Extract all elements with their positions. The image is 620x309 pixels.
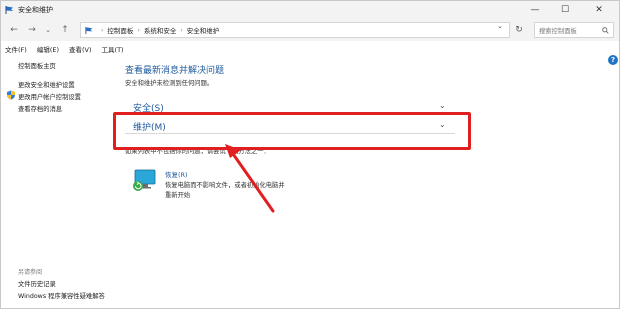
change-uac-settings-link[interactable]: 更改用户帐户控制设置 [18, 92, 81, 101]
menu-view[interactable]: 查看(V) [69, 44, 92, 54]
control-panel-window: 安全和维护 — ☐ ✕ ← → ⌄ ↑ › 控制面板 › 系统和安全 › 安全和… [0, 0, 620, 309]
menu-bar: 文件(F) 编辑(E) 查看(V) 工具(T) [1, 42, 619, 55]
back-button[interactable]: ← [7, 23, 21, 37]
menu-tools[interactable]: 工具(T) [102, 44, 124, 54]
flag-icon [5, 6, 14, 14]
chevron-right-icon: › [101, 26, 104, 34]
window-title: 安全和维护 [18, 6, 53, 14]
shield-icon [7, 90, 15, 100]
maximize-button[interactable]: ☐ [551, 1, 579, 19]
navigation-bar: ← → ⌄ ↑ › 控制面板 › 系统和安全 › 安全和维护 ⌄ ↻ 搜索控制面… [1, 19, 619, 41]
breadcrumb-security-maintenance[interactable]: 安全和维护 [187, 25, 220, 35]
menu-file[interactable]: 文件(F) [5, 44, 27, 54]
left-panel: 控制面板主页 更改安全和维护设置 更改用户帐户控制设置 查看存档的消息 另请参阅… [1, 56, 119, 308]
change-security-settings-link[interactable]: 更改安全和维护设置 [18, 80, 75, 89]
chevron-down-icon[interactable]: ⌄ [497, 22, 503, 30]
recovery-icon [133, 169, 156, 191]
up-button[interactable]: ↑ [58, 23, 72, 37]
see-also-heading: 另请参阅 [18, 269, 43, 276]
recent-locations-button[interactable]: ⌄ [41, 23, 55, 37]
page-title: 查看最新消息并解决问题 [125, 66, 225, 76]
file-history-link[interactable]: 文件历史记录 [18, 279, 56, 288]
breadcrumb-system-security[interactable]: 系统和安全 [144, 25, 177, 35]
forward-button[interactable]: → [25, 23, 39, 37]
search-input[interactable]: 搜索控制面板 [534, 22, 614, 38]
annotation-highlight-box [113, 112, 471, 150]
search-icon [602, 26, 609, 34]
flag-icon [85, 26, 93, 34]
status-message: 安全和维护未检测到任何问题。 [125, 80, 214, 87]
search-placeholder: 搜索控制面板 [539, 27, 577, 35]
annotation-arrow-icon [225, 144, 275, 213]
view-archived-messages-link[interactable]: 查看存档的消息 [18, 104, 62, 113]
refresh-button[interactable]: ↻ [513, 23, 525, 37]
close-button[interactable]: ✕ [585, 1, 613, 19]
recovery-link[interactable]: 恢复(R) [165, 169, 188, 179]
title-bar: 安全和维护 — ☐ ✕ [1, 1, 619, 19]
control-panel-home-link[interactable]: 控制面板主页 [18, 61, 56, 70]
help-button[interactable]: ? [608, 55, 618, 65]
compatibility-troubleshooter-link[interactable]: Windows 程序兼容性疑难解答 [18, 291, 105, 300]
address-bar[interactable]: › 控制面板 › 系统和安全 › 安全和维护 [80, 22, 510, 38]
breadcrumb-control-panel[interactable]: 控制面板 [107, 25, 133, 35]
chevron-down-icon[interactable]: ⌄ [439, 101, 446, 110]
minimize-button[interactable]: — [521, 1, 549, 19]
chevron-right-icon: › [137, 26, 140, 34]
menu-edit[interactable]: 编辑(E) [37, 44, 59, 54]
chevron-right-icon: › [180, 26, 183, 34]
